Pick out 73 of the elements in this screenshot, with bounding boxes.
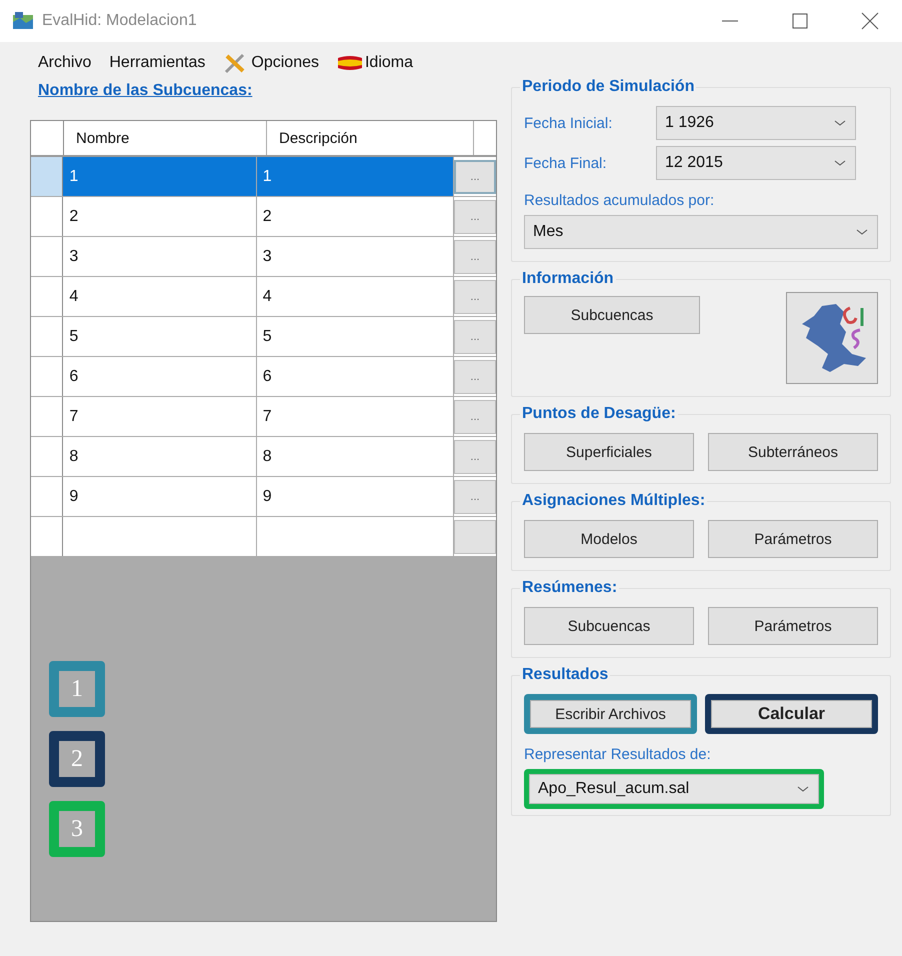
ellipsis-button[interactable]: ... bbox=[454, 440, 496, 474]
table-cell[interactable]: 7 bbox=[63, 397, 257, 436]
menu-item[interactable]: Opciones bbox=[223, 52, 319, 74]
chevron-down-icon bbox=[796, 784, 810, 794]
menu-item[interactable]: Idioma bbox=[336, 54, 414, 72]
file-dropdown[interactable]: Apo_Resul_acum.sal bbox=[529, 774, 819, 804]
date-dropdown[interactable]: 12 2015 bbox=[656, 146, 856, 180]
grid-row[interactable]: 4 4 ... bbox=[31, 277, 496, 317]
subbasins-button[interactable]: Subcuencas bbox=[524, 296, 700, 334]
grid-row[interactable]: 6 6 ... bbox=[31, 357, 496, 397]
table-cell[interactable]: 2 bbox=[63, 197, 257, 236]
ellipsis-button[interactable]: ... bbox=[454, 160, 496, 194]
flag-icon bbox=[336, 55, 363, 71]
ellipsis-button[interactable]: ... bbox=[454, 320, 496, 354]
grid-row[interactable] bbox=[31, 517, 496, 557]
table-cell[interactable]: 5 bbox=[63, 317, 257, 356]
field-label: Fecha Final: bbox=[524, 154, 608, 172]
grid-row[interactable]: 7 7 ... bbox=[31, 397, 496, 437]
chevron-down-icon bbox=[833, 118, 847, 128]
table-cell[interactable]: 3 bbox=[63, 237, 257, 276]
app-icon bbox=[12, 12, 34, 30]
grid-row[interactable]: 3 3 ... bbox=[31, 237, 496, 277]
table-cell[interactable]: 4 bbox=[63, 277, 257, 316]
action-button[interactable]: Subcuencas bbox=[524, 607, 694, 645]
action-button[interactable]: Parámetros bbox=[708, 607, 878, 645]
field-label: Representar Resultados de: bbox=[524, 746, 712, 763]
map-logo-button[interactable] bbox=[786, 292, 878, 384]
field-label: Resultados acumulados por: bbox=[524, 192, 716, 209]
ellipsis-button[interactable]: ... bbox=[454, 480, 496, 514]
grid-row[interactable]: 8 8 ... bbox=[31, 437, 496, 477]
ellipsis-button[interactable]: ... bbox=[454, 400, 496, 434]
date-dropdown[interactable]: 1 1926 bbox=[656, 106, 856, 140]
table-cell[interactable]: 9 bbox=[63, 477, 257, 516]
action-button[interactable]: Parámetros bbox=[708, 520, 878, 558]
table-cell[interactable]: 1 bbox=[256, 157, 454, 196]
grid-row[interactable]: 2 2 ... bbox=[31, 197, 496, 237]
numbered-marker: 1 bbox=[49, 661, 105, 717]
action-button[interactable]: Escribir Archivos bbox=[530, 700, 691, 728]
chevron-down-icon bbox=[833, 158, 847, 168]
grid-row[interactable]: 1 1 ... bbox=[31, 157, 496, 197]
numbered-marker: 2 bbox=[49, 731, 105, 787]
action-button[interactable]: Modelos bbox=[524, 520, 694, 558]
action-button[interactable]: Calcular bbox=[711, 700, 872, 728]
action-button[interactable]: Subterráneos bbox=[708, 433, 878, 471]
grid-row[interactable]: 9 9 ... bbox=[31, 477, 496, 517]
ellipsis-button[interactable]: ... bbox=[454, 200, 496, 234]
group-title: Resultados bbox=[521, 666, 610, 684]
numbered-marker: 3 bbox=[49, 801, 105, 857]
row-header[interactable] bbox=[31, 157, 64, 196]
field-label: Fecha Inicial: bbox=[524, 114, 614, 132]
action-button[interactable]: Superficiales bbox=[524, 433, 694, 471]
group-title: Periodo de Simulación bbox=[521, 78, 696, 96]
group-title: Información bbox=[521, 270, 615, 288]
chevron-down-icon bbox=[855, 227, 869, 237]
group-title: Asignaciones Múltiples: bbox=[521, 492, 706, 510]
ellipsis-button[interactable]: ... bbox=[454, 360, 496, 394]
ellipsis-button[interactable]: ... bbox=[454, 280, 496, 314]
column-header[interactable]: Nombre bbox=[64, 121, 267, 155]
grid-row[interactable]: 5 5 ... bbox=[31, 317, 496, 357]
group-title: Puntos de Desagüe: bbox=[521, 405, 677, 423]
table-cell[interactable]: 8 bbox=[63, 437, 257, 476]
ellipsis-button[interactable]: ... bbox=[454, 240, 496, 274]
table-cell[interactable]: 6 bbox=[63, 357, 257, 396]
window-title: EvalHid: Modelacion1 bbox=[42, 12, 197, 30]
menu-item[interactable]: Archivo bbox=[38, 54, 92, 72]
maximize-icon[interactable] bbox=[790, 11, 810, 31]
close-icon[interactable] bbox=[860, 11, 880, 31]
period-dropdown[interactable]: Mes bbox=[524, 215, 878, 249]
menu-item[interactable]: Herramientas bbox=[109, 54, 206, 72]
table-cell[interactable]: 1 bbox=[63, 157, 257, 196]
section-title: Nombre de las Subcuencas: bbox=[37, 81, 254, 101]
column-header[interactable]: Descripción bbox=[267, 121, 474, 155]
group-title: Resúmenes: bbox=[521, 579, 618, 597]
